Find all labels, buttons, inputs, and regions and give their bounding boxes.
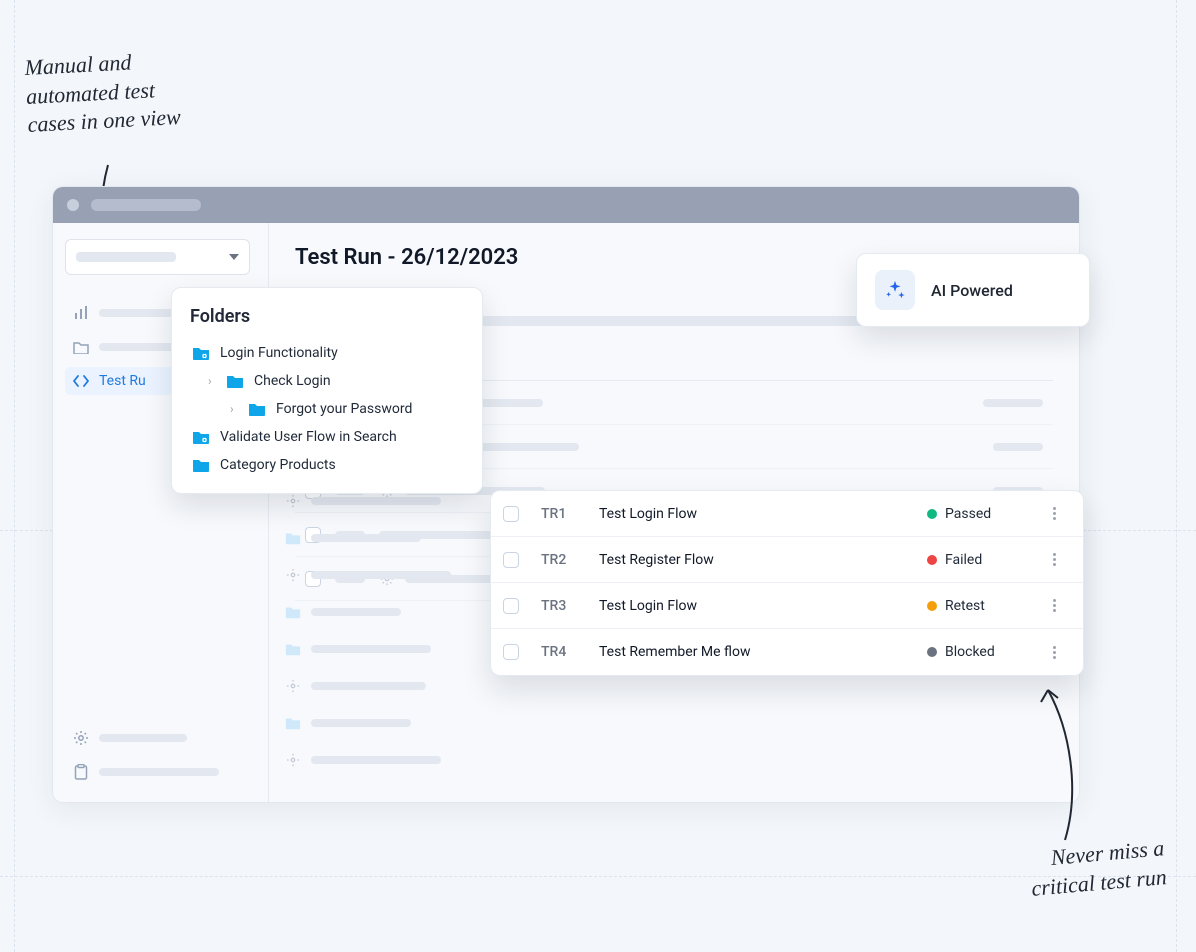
test-run-row[interactable]: TR4Test Remember Me flowBlocked xyxy=(491,629,1083,675)
test-run-row[interactable]: TR3Test Login FlowRetest xyxy=(491,583,1083,629)
annotation-top: Manual and automated test cases in one v… xyxy=(24,46,182,140)
sparkle-icon xyxy=(875,270,915,310)
run-id: TR3 xyxy=(541,598,599,614)
status-badge: Blocked xyxy=(927,644,1037,660)
code-icon xyxy=(73,373,89,389)
bar-chart-icon xyxy=(73,305,89,321)
run-id: TR2 xyxy=(541,552,599,568)
traffic-light-icon xyxy=(67,199,79,211)
folder-label: Validate User Flow in Search xyxy=(220,429,397,445)
window-titlebar xyxy=(53,187,1079,223)
chevron-down-icon xyxy=(229,254,239,260)
folder-label: Check Login xyxy=(254,373,331,389)
test-run-row[interactable]: TR2Test Register FlowFailed xyxy=(491,537,1083,583)
folder-row[interactable]: › Forgot your Password xyxy=(190,395,464,423)
test-run-row[interactable]: TR1Test Login FlowPassed xyxy=(491,491,1083,537)
chevron-right-icon: › xyxy=(230,402,238,416)
row-checkbox[interactable] xyxy=(503,506,519,522)
gear-icon xyxy=(73,730,89,746)
folder-row[interactable]: Category Products xyxy=(190,451,464,479)
folder-row[interactable]: Login Functionality xyxy=(190,339,464,367)
folder-icon xyxy=(226,374,244,388)
row-actions-button[interactable] xyxy=(1037,553,1071,566)
run-name: Test Remember Me flow xyxy=(599,644,927,660)
annotation-bottom: Never miss a critical test run xyxy=(1028,834,1168,903)
folder-gear-icon xyxy=(192,430,210,444)
row-checkbox[interactable] xyxy=(503,552,519,568)
folder-icon xyxy=(285,530,301,546)
row-checkbox[interactable] xyxy=(503,598,519,614)
sidebar-item-label: Test Ru xyxy=(99,373,146,389)
status-badge: Failed xyxy=(927,552,1037,568)
sidebar-item-reports[interactable] xyxy=(65,758,256,786)
run-id: TR1 xyxy=(541,506,599,522)
folder-label: Category Products xyxy=(220,457,336,473)
folder-icon xyxy=(285,641,301,657)
row-actions-button[interactable] xyxy=(1037,599,1071,612)
project-selector[interactable] xyxy=(65,239,250,275)
gear-icon xyxy=(285,752,301,768)
gear-icon xyxy=(285,678,301,694)
ai-powered-card: AI Powered xyxy=(856,253,1090,327)
chevron-right-icon: › xyxy=(208,374,216,388)
gear-icon xyxy=(285,493,301,509)
run-name: Test Register Flow xyxy=(599,552,927,568)
row-actions-button[interactable] xyxy=(1037,646,1071,659)
folder-icon xyxy=(192,458,210,472)
test-runs-card: TR1Test Login FlowPassedTR2Test Register… xyxy=(490,490,1084,676)
folder-gear-icon xyxy=(192,346,210,360)
clipboard-icon xyxy=(73,764,89,780)
folder-icon xyxy=(248,402,266,416)
run-id: TR4 xyxy=(541,644,599,660)
status-dot-icon xyxy=(927,555,937,565)
status-dot-icon xyxy=(927,647,937,657)
folder-icon xyxy=(285,715,301,731)
row-checkbox[interactable] xyxy=(503,644,519,660)
folders-popover: Folders Login Functionality›Check Login›… xyxy=(171,287,483,494)
folder-label: Forgot your Password xyxy=(276,401,412,417)
folder-label: Login Functionality xyxy=(220,345,338,361)
status-dot-icon xyxy=(927,509,937,519)
run-name: Test Login Flow xyxy=(599,506,927,522)
folder-icon xyxy=(73,339,89,355)
gear-icon xyxy=(285,567,301,583)
row-actions-button[interactable] xyxy=(1037,507,1071,520)
sidebar-item-settings[interactable] xyxy=(65,724,256,752)
ai-powered-label: AI Powered xyxy=(931,281,1013,300)
folder-row[interactable]: › Check Login xyxy=(190,367,464,395)
run-name: Test Login Flow xyxy=(599,598,927,614)
folder-row[interactable]: Validate User Flow in Search xyxy=(190,423,464,451)
folders-title: Folders xyxy=(190,306,464,327)
address-placeholder xyxy=(91,199,201,211)
status-badge: Passed xyxy=(927,506,1037,522)
folder-icon xyxy=(285,604,301,620)
status-dot-icon xyxy=(927,601,937,611)
status-badge: Retest xyxy=(927,598,1037,614)
